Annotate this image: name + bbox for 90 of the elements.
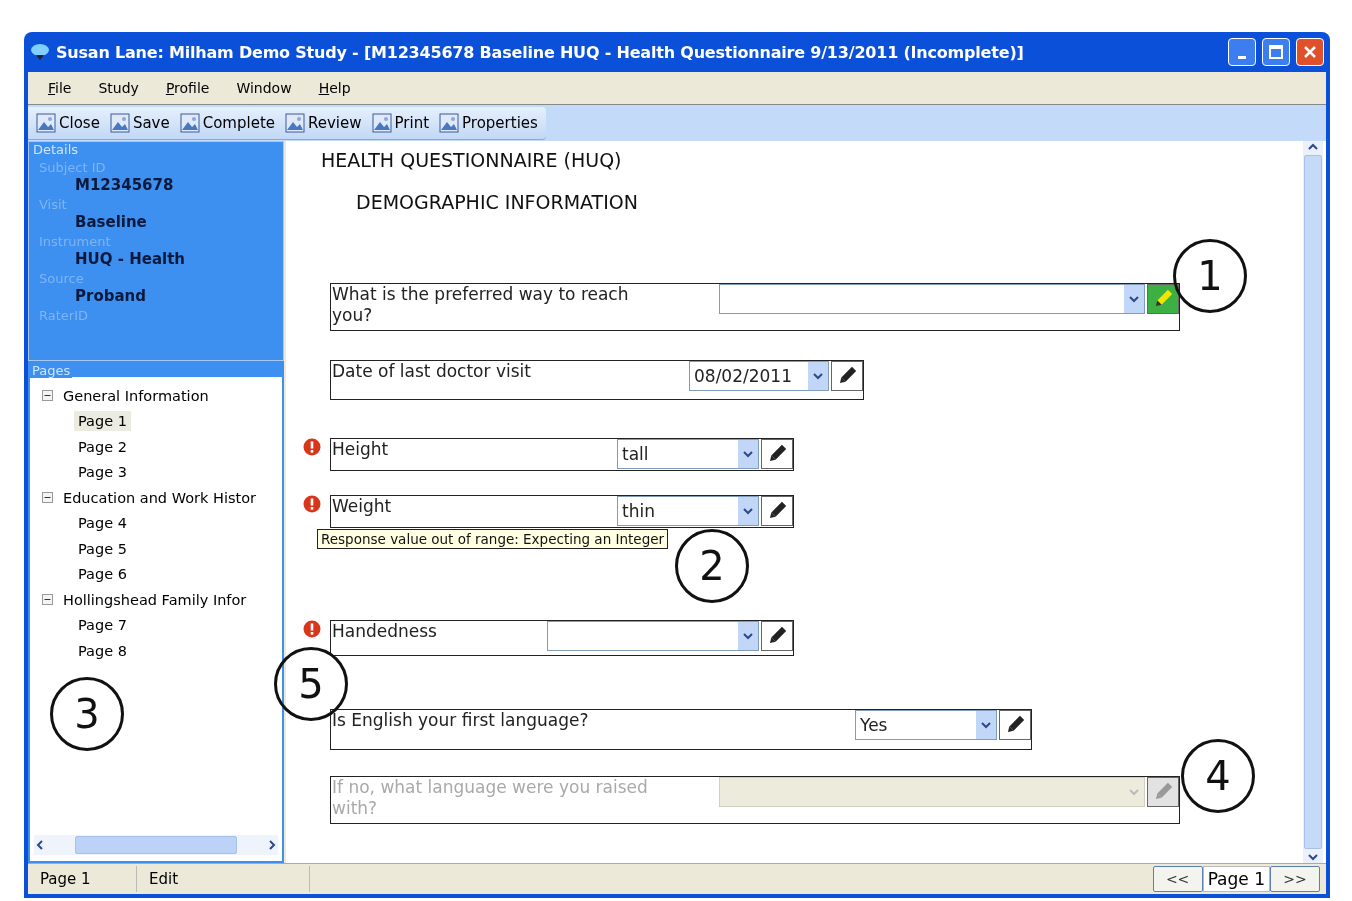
- edit-button[interactable]: [761, 621, 793, 651]
- tooltip: Response value out of range: Expecting an Integer: [317, 529, 669, 549]
- status-cell: Page 1: [28, 866, 137, 892]
- maximize-button[interactable]: [1262, 38, 1290, 66]
- detail-label: Subject ID: [39, 160, 107, 176]
- question-label: Height: [331, 439, 390, 461]
- toolbar-button[interactable]: Review: [285, 112, 362, 133]
- tree-node[interactable]: General Information: [59, 385, 213, 406]
- menu-item[interactable]: Window: [236, 80, 292, 96]
- question-label: What is the preferred way to reach you?: [331, 284, 630, 327]
- previous-page-button[interactable]: <<: [1152, 866, 1203, 892]
- answer-dropdown[interactable]: thin: [617, 496, 759, 526]
- section-heading: DEMOGRAPHIC INFORMATION: [356, 191, 639, 213]
- answer-dropdown[interactable]: Yes: [855, 710, 997, 740]
- collapse-icon[interactable]: [42, 390, 53, 402]
- tree-item[interactable]: Page 6: [74, 564, 131, 585]
- callout-number: 4: [1181, 739, 1255, 813]
- edit-button[interactable]: [761, 496, 793, 526]
- callout-number: 2: [675, 529, 749, 603]
- menu-item[interactable]: Profile: [165, 80, 210, 96]
- toolbar-button[interactable]: Save: [109, 112, 170, 133]
- detail-label: RaterID: [39, 308, 89, 324]
- callout-number: 1: [1173, 239, 1247, 313]
- picture-icon: [179, 112, 200, 133]
- collapse-icon[interactable]: [42, 492, 53, 504]
- question-label: If no, what language were you raised with?: [331, 777, 649, 820]
- tree-item[interactable]: Page 7: [74, 615, 131, 636]
- vertical-scrollbar[interactable]: [1303, 141, 1323, 863]
- page-indicator: Page 1: [1202, 866, 1270, 892]
- menu-item[interactable]: Study: [98, 80, 139, 96]
- close-icon: [1303, 45, 1317, 59]
- status-cell: Edit: [137, 866, 310, 892]
- toolbar-button[interactable]: Print: [371, 112, 430, 133]
- group-title: Pages: [30, 363, 73, 378]
- question-label: Date of last doctor visit: [331, 361, 532, 383]
- chevron-down-icon[interactable]: [1128, 293, 1140, 305]
- detail-label: Source: [39, 271, 85, 287]
- toolbar-button[interactable]: Complete: [179, 112, 275, 133]
- edit-button[interactable]: [999, 710, 1031, 740]
- window-title: Susan Lane: Milham Demo Study - [M12345678 Baseline HUQ - Health Questionnaire 9/13/2011 (Incomplete)]: [56, 42, 1025, 62]
- detail-value: Baseline: [75, 213, 148, 231]
- maximize-icon: [1269, 45, 1283, 59]
- tree-item[interactable]: Page 5: [74, 538, 131, 559]
- picture-icon: [36, 112, 56, 133]
- menu-item[interactable]: Help: [318, 80, 351, 96]
- chevron-right-icon[interactable]: [266, 839, 278, 851]
- answer-dropdown[interactable]: 08/02/2011: [689, 361, 829, 391]
- minimize-icon: [1238, 55, 1246, 59]
- tree-item[interactable]: Page 1: [74, 411, 131, 432]
- question-label: Handedness: [331, 621, 438, 643]
- tree-node[interactable]: Hollingshead Family Infor: [59, 589, 251, 610]
- picture-icon: [439, 112, 460, 133]
- edit-button[interactable]: [1147, 284, 1179, 314]
- chevron-down-icon[interactable]: [742, 630, 754, 642]
- globe-icon: [30, 43, 50, 61]
- minimize-button[interactable]: [1228, 38, 1256, 66]
- detail-value: M12345678: [75, 176, 175, 194]
- answer-dropdown[interactable]: tall: [617, 439, 759, 469]
- picture-icon: [371, 112, 392, 133]
- callout-number: 3: [50, 677, 124, 751]
- next-page-button[interactable]: >>: [1270, 866, 1320, 892]
- chevron-left-icon[interactable]: [34, 839, 46, 851]
- collapse-icon[interactable]: [42, 594, 53, 606]
- chevron-down-icon[interactable]: [742, 505, 754, 517]
- chevron-down-icon[interactable]: [980, 719, 992, 731]
- edit-button[interactable]: [761, 439, 793, 469]
- tree-item[interactable]: Page 4: [74, 513, 131, 534]
- detail-value: Proband: [75, 287, 147, 305]
- horizontal-scrollbar[interactable]: [34, 835, 278, 855]
- detail-value: HUQ - Health: [75, 250, 186, 268]
- picture-icon: [109, 112, 130, 133]
- chevron-down-icon[interactable]: [742, 448, 754, 460]
- edit-button[interactable]: [831, 361, 863, 391]
- menu-item[interactable]: File: [48, 80, 72, 96]
- close-button[interactable]: [1296, 38, 1324, 66]
- question-label: Is English your first language?: [331, 710, 590, 732]
- detail-label: Visit: [39, 197, 68, 213]
- tree-item[interactable]: Page 8: [74, 640, 131, 661]
- detail-label: Instrument: [39, 234, 112, 250]
- chevron-down-icon[interactable]: [1307, 851, 1319, 863]
- question-label: Weight: [331, 496, 393, 518]
- tree-node[interactable]: Education and Work Histor: [59, 487, 261, 508]
- toolbar-button[interactable]: Properties: [439, 112, 538, 133]
- group-title: Details: [31, 142, 81, 157]
- form-title: HEALTH QUESTIONNAIRE (HUQ): [321, 149, 623, 171]
- tree-item[interactable]: Page 3: [74, 462, 131, 483]
- picture-icon: [285, 112, 305, 133]
- tree-item[interactable]: Page 2: [74, 436, 131, 457]
- chevron-down-icon[interactable]: [812, 370, 824, 382]
- toolbar-button[interactable]: Close: [36, 112, 100, 133]
